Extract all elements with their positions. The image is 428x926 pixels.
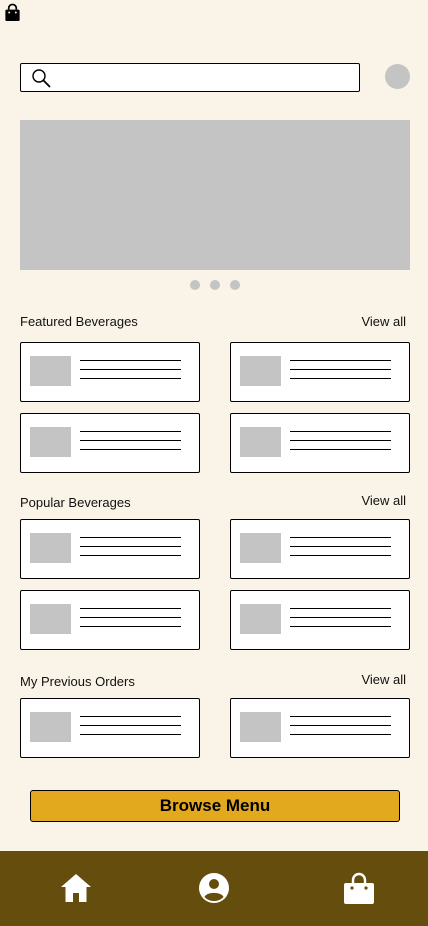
card-thumbnail — [30, 427, 71, 457]
card-text-placeholder — [290, 360, 391, 387]
carousel-dot-3[interactable] — [230, 280, 240, 290]
card-thumbnail — [240, 356, 281, 386]
popular-card-3[interactable] — [20, 590, 200, 650]
featured-card-1[interactable] — [20, 342, 200, 402]
shopping-bag-icon[interactable] — [3, 3, 22, 22]
card-thumbnail — [30, 712, 71, 742]
card-text-placeholder — [290, 537, 391, 564]
carousel-dot-1[interactable] — [190, 280, 200, 290]
search-input[interactable] — [57, 66, 355, 89]
home-screen: Featured Beverages View all Popular Beve… — [0, 0, 428, 926]
shopping-bag-icon[interactable] — [341, 870, 377, 906]
section-title-popular: Popular Beverages — [20, 495, 131, 510]
card-text-placeholder — [80, 360, 181, 387]
card-thumbnail — [240, 533, 281, 563]
search-bar[interactable] — [20, 63, 360, 92]
carousel-indicator — [190, 280, 240, 290]
card-text-placeholder — [80, 608, 181, 635]
popular-card-4[interactable] — [230, 590, 410, 650]
popular-card-1[interactable] — [20, 519, 200, 579]
card-thumbnail — [30, 533, 71, 563]
featured-card-4[interactable] — [230, 413, 410, 473]
previous-order-card-2[interactable] — [230, 698, 410, 758]
avatar[interactable] — [385, 64, 410, 89]
previous-order-card-1[interactable] — [20, 698, 200, 758]
section-title-featured: Featured Beverages — [20, 314, 138, 329]
promo-banner[interactable] — [20, 120, 410, 270]
home-icon[interactable] — [58, 870, 94, 906]
view-all-featured-link[interactable]: View all — [361, 314, 406, 329]
card-thumbnail — [30, 356, 71, 386]
card-thumbnail — [240, 712, 281, 742]
card-text-placeholder — [290, 608, 391, 635]
card-text-placeholder — [80, 537, 181, 564]
view-all-previous-orders-link[interactable]: View all — [361, 672, 406, 687]
profile-icon[interactable] — [196, 870, 232, 906]
featured-card-3[interactable] — [20, 413, 200, 473]
popular-card-2[interactable] — [230, 519, 410, 579]
card-text-placeholder — [80, 431, 181, 458]
card-text-placeholder — [290, 716, 391, 743]
browse-menu-button[interactable]: Browse Menu — [30, 790, 400, 822]
card-thumbnail — [240, 604, 281, 634]
section-title-previous-orders: My Previous Orders — [20, 674, 135, 689]
featured-card-2[interactable] — [230, 342, 410, 402]
card-text-placeholder — [290, 431, 391, 458]
search-icon — [32, 69, 51, 88]
card-text-placeholder — [80, 716, 181, 743]
bottom-nav-bar — [0, 851, 428, 926]
view-all-popular-link[interactable]: View all — [361, 493, 406, 508]
card-thumbnail — [240, 427, 281, 457]
card-thumbnail — [30, 604, 71, 634]
carousel-dot-2[interactable] — [210, 280, 220, 290]
